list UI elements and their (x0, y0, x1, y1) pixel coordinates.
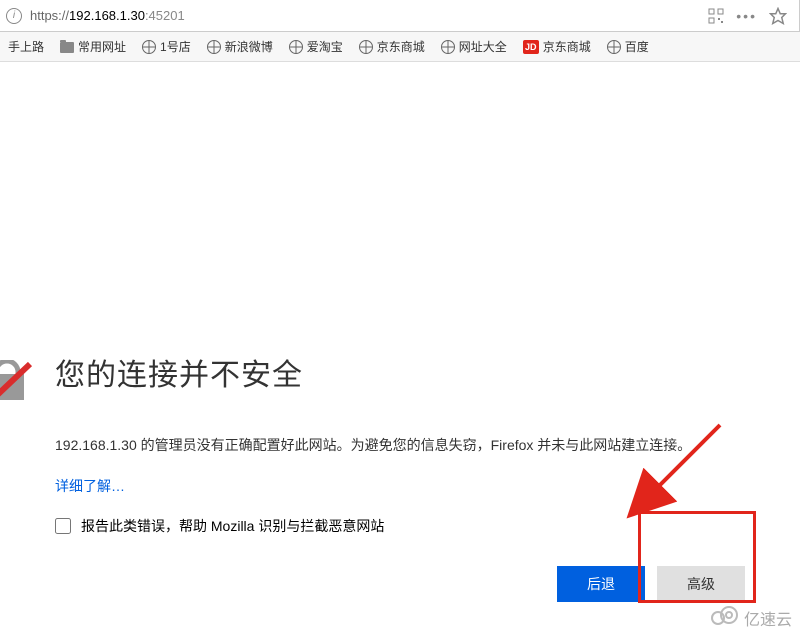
globe-icon (142, 40, 156, 54)
report-error-checkbox[interactable] (55, 518, 71, 534)
bookmark-label: 新浪微博 (225, 38, 273, 55)
globe-icon (207, 40, 221, 54)
globe-icon (441, 40, 455, 54)
bookmark-label: 网址大全 (459, 38, 507, 55)
info-icon[interactable]: i (6, 8, 22, 24)
url-port: :45201 (145, 8, 185, 23)
watermark-text: 亿速云 (744, 606, 792, 630)
bookmark-item-yihaodian[interactable]: 1号店 (138, 36, 195, 57)
bookmark-label: 爱淘宝 (307, 38, 343, 55)
address-bar-actions: ••• (708, 7, 793, 25)
url-ip: 192.168.1.30 (69, 8, 145, 23)
report-error-label: 报告此类错误，帮助 Mozilla 识别与拦截恶意网站 (81, 516, 384, 536)
url-text[interactable]: https://192.168.1.30:45201 (30, 8, 708, 23)
error-description: 192.168.1.30 的管理员没有正确配置好此网站。为避免您的信息失窃，Fi… (55, 434, 745, 456)
error-page: 您的连接并不安全 192.168.1.30 的管理员没有正确配置好此网站。为避免… (0, 350, 800, 602)
bookmark-label: 百度 (625, 38, 649, 55)
address-bar: i https://192.168.1.30:45201 ••• (0, 0, 800, 32)
folder-icon (60, 41, 74, 53)
bookmark-item-jd2[interactable]: JD 京东商城 (519, 36, 595, 57)
bookmark-item-wangzhi[interactable]: 网址大全 (437, 36, 511, 57)
url-prefix: https:// (30, 8, 69, 23)
bookmark-item-0[interactable]: 手上路 (4, 36, 48, 57)
jd-icon: JD (523, 40, 539, 54)
bookmark-item-aitaobao[interactable]: 爱淘宝 (285, 36, 347, 57)
qr-icon[interactable] (708, 8, 724, 24)
globe-icon (607, 40, 621, 54)
bookmark-label: 手上路 (8, 38, 44, 55)
bookmark-item-jd1[interactable]: 京东商城 (355, 36, 429, 57)
bookmark-item-weibo[interactable]: 新浪微博 (203, 36, 277, 57)
globe-icon (289, 40, 303, 54)
bookmark-label: 常用网址 (78, 38, 126, 55)
bookmark-star-icon[interactable] (769, 7, 787, 25)
bookmark-label: 京东商城 (543, 38, 591, 55)
report-error-row: 报告此类错误，帮助 Mozilla 识别与拦截恶意网站 (55, 516, 745, 536)
bookmarks-bar: 手上路 常用网址 1号店 新浪微博 爱淘宝 京东商城 网址大全 JD 京东商城 … (0, 32, 800, 62)
insecure-connection-icon (0, 360, 34, 404)
watermark: 亿速云 (710, 605, 792, 631)
globe-icon (359, 40, 373, 54)
bookmark-label: 1号店 (160, 38, 191, 55)
bookmark-label: 京东商城 (377, 38, 425, 55)
advanced-button[interactable]: 高级 (657, 566, 745, 602)
error-title: 您的连接并不安全 (55, 350, 745, 394)
bookmark-item-folder[interactable]: 常用网址 (56, 36, 130, 57)
page-actions-icon[interactable]: ••• (736, 8, 757, 24)
learn-more-link[interactable]: 详细了解… (55, 478, 125, 494)
bookmark-item-baidu[interactable]: 百度 (603, 36, 653, 57)
back-button[interactable]: 后退 (557, 566, 645, 602)
button-row: 后退 高级 (55, 566, 745, 602)
watermark-logo-icon (710, 605, 740, 631)
